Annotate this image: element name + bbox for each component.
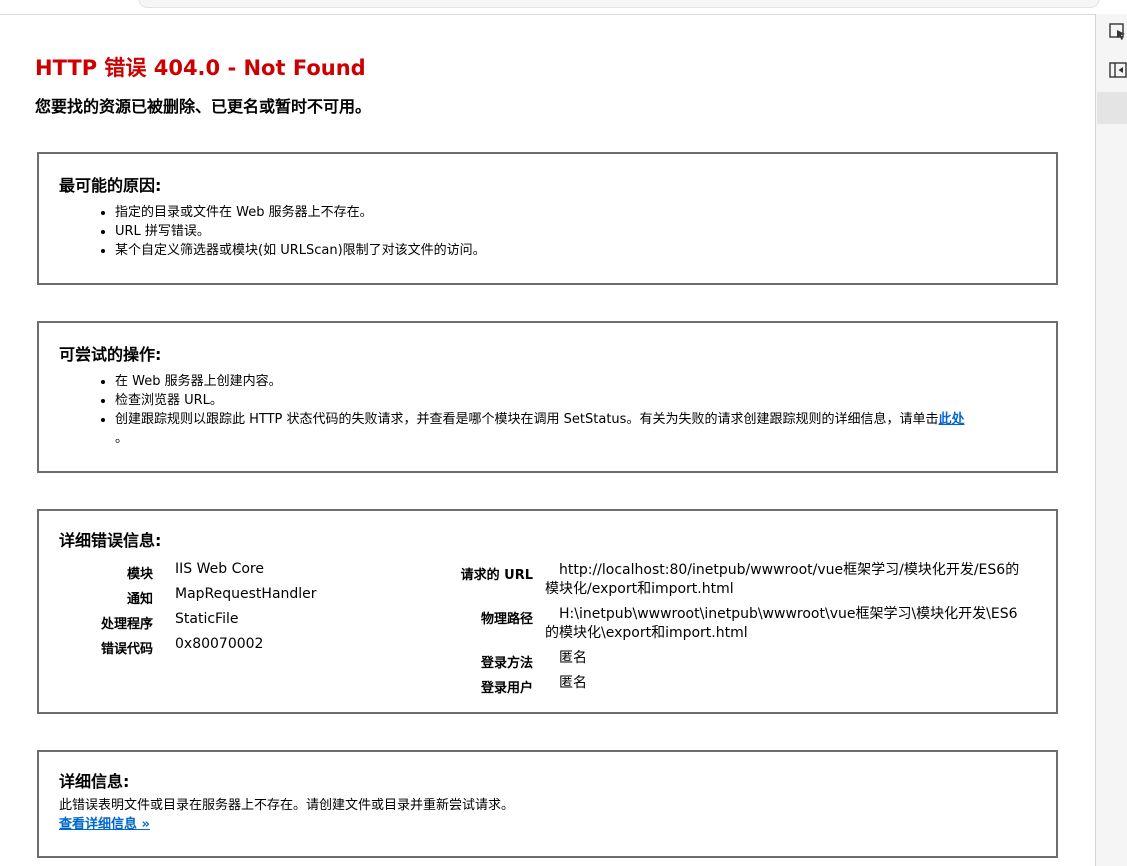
error-page: HTTP 错误 404.0 - Not Found 您要找的资源已被删除、已更名… <box>0 15 1095 866</box>
detail-value-logon-method: 匿名 <box>559 650 587 666</box>
detail-value-notification: MapRequestHandler <box>175 586 317 602</box>
list-item: 在 Web 服务器上创建内容。 <box>115 372 1045 391</box>
requested-url-line1: http://localhost:80/inetpub/wwwroot/vue框… <box>559 562 1020 578</box>
detail-label-requested-url: 请求的 URL <box>460 568 533 583</box>
actions-box: 可尝试的操作: 在 Web 服务器上创建内容。 检查浏览器 URL。 创建跟踪规… <box>37 321 1058 473</box>
detail-value-requested-url: http://localhost:80/inetpub/wwwroot/vue框… <box>545 561 1045 599</box>
requested-url-line2: 模块化/export和import.html <box>545 581 734 597</box>
detail-label-notification: 通知 <box>126 592 153 607</box>
trace-rule-end: 。 <box>115 431 129 446</box>
detail-label-logon-user: 登录用户 <box>480 681 533 696</box>
detail-value-physical-path: H:\inetpub\wwwroot\inetpub\wwwroot\vue框架… <box>545 605 1045 643</box>
actions-heading: 可尝试的操作: <box>59 345 162 364</box>
trace-rule-text: 创建跟踪规则以跟踪此 HTTP 状态代码的失败请求，并查看是哪个模块在调用 Se… <box>115 412 939 427</box>
causes-heading: 最可能的原因: <box>59 176 162 195</box>
view-details-link[interactable]: 查看详细信息 » <box>59 815 150 834</box>
detail-value-handler: StaticFile <box>175 611 239 627</box>
detail-value-error-code: 0x80070002 <box>175 636 264 652</box>
list-item: 创建跟踪规则以跟踪此 HTTP 状态代码的失败请求，并查看是哪个模块在调用 Se… <box>115 410 1045 448</box>
more-info-text: 此错误表明文件或目录在服务器上不存在。请创建文件或目录并重新尝试请求。 <box>59 798 515 813</box>
list-item: 指定的目录或文件在 Web 服务器上不存在。 <box>115 203 1045 222</box>
list-item: 某个自定义筛选器或模块(如 URLScan)限制了对该文件的访问。 <box>115 241 1045 260</box>
list-item: URL 拼写错误。 <box>115 222 1045 241</box>
detail-label-logon-method: 登录方法 <box>480 656 533 671</box>
more-info-heading: 详细信息: <box>59 772 130 791</box>
physical-path-line2: 的模块化\export和import.html <box>545 625 748 641</box>
detail-value-logon-user: 匿名 <box>559 675 587 691</box>
devtools-side-panel <box>1095 14 1127 866</box>
more-info-box: 详细信息: 此错误表明文件或目录在服务器上不存在。请创建文件或目录并重新尝试请求… <box>37 750 1058 858</box>
details-box: 详细错误信息: 模块 IIS Web Core 通知 MapRequestHan… <box>37 509 1058 714</box>
panel-scroll-thumb[interactable] <box>1097 92 1127 124</box>
causes-box: 最可能的原因: 指定的目录或文件在 Web 服务器上不存在。 URL 拼写错误。… <box>37 152 1058 285</box>
page-title: HTTP 错误 404.0 - Not Found <box>35 56 366 80</box>
trace-rule-link[interactable]: 此处 <box>938 412 964 427</box>
details-heading: 详细错误信息: <box>59 531 162 550</box>
detail-value-module: IIS Web Core <box>175 561 264 577</box>
inspect-element-icon[interactable] <box>1108 22 1127 42</box>
dock-panel-icon[interactable] <box>1108 60 1127 80</box>
detail-label-handler: 处理程序 <box>100 617 153 632</box>
causes-list: 指定的目录或文件在 Web 服务器上不存在。 URL 拼写错误。 某个自定义筛选… <box>97 203 1045 260</box>
browser-top-bar <box>0 0 1100 15</box>
list-item: 检查浏览器 URL。 <box>115 391 1045 410</box>
page-subtitle: 您要找的资源已被删除、已更名或暂时不可用。 <box>35 97 372 116</box>
detail-label-error-code: 错误代码 <box>100 642 153 657</box>
actions-list: 在 Web 服务器上创建内容。 检查浏览器 URL。 创建跟踪规则以跟踪此 HT… <box>97 372 1045 448</box>
physical-path-line1: H:\inetpub\wwwroot\inetpub\wwwroot\vue框架… <box>559 606 1018 622</box>
detail-label-module: 模块 <box>126 567 153 582</box>
detail-label-physical-path: 物理路径 <box>480 612 533 627</box>
address-bar[interactable] <box>138 0 1100 8</box>
